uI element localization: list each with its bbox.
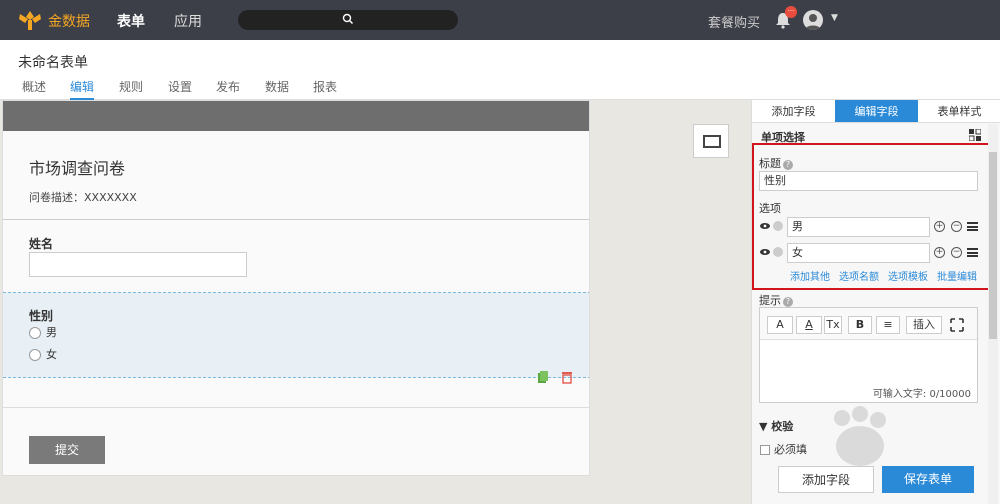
hint-label: 提示? <box>759 292 793 308</box>
remove-option-icon[interactable]: − <box>951 221 962 232</box>
clear-format-button[interactable]: Tx <box>824 316 842 334</box>
editor-toolbar: A A Tx B ≡ 插入 <box>760 308 977 340</box>
gender-option-female[interactable]: 女 <box>29 346 57 362</box>
hint-editor[interactable]: A A Tx B ≡ 插入 可输入文字: 0/10000 <box>759 307 978 403</box>
bold-button[interactable]: B <box>848 316 872 334</box>
insert-button[interactable]: 插入 <box>906 316 942 334</box>
name-field-label: 姓名 <box>29 237 54 251</box>
option-template-link[interactable]: 选项模板 <box>888 268 928 283</box>
baidu-watermark-icon <box>834 406 886 466</box>
eye-icon[interactable] <box>760 247 770 257</box>
form-canvas: 市场调查问卷 问卷描述：XXXXXXX 姓名 性别 男 女 提交 <box>2 100 590 476</box>
bulk-edit-link[interactable]: 批量编辑 <box>937 268 977 283</box>
tab-form-style[interactable]: 表单样式 <box>918 100 1000 123</box>
fullscreen-icon[interactable] <box>950 318 964 332</box>
font-color-button[interactable]: A <box>796 316 822 334</box>
logo-text[interactable]: 金数据 <box>48 11 90 31</box>
search-icon[interactable] <box>342 13 354 27</box>
character-count: 可输入文字: 0/10000 <box>872 389 971 400</box>
drag-handle-icon[interactable] <box>967 248 978 257</box>
option-label: 女 <box>46 348 57 361</box>
submit-button[interactable]: 提交 <box>29 436 105 464</box>
option-label: 男 <box>46 326 57 339</box>
remove-option-icon[interactable]: − <box>951 247 962 258</box>
hint-label-text: 提示 <box>759 294 781 307</box>
top-navigation-bar: 金数据 表单 应用 套餐购买 ··· ▼ <box>0 0 1000 40</box>
form-header: 未命名表单 概述 编辑 规则 设置 发布 数据 报表 <box>0 40 1000 100</box>
option-quota-link[interactable]: 选项名额 <box>839 268 879 283</box>
survey-title[interactable]: 市场调查问卷 <box>29 155 125 179</box>
search-input[interactable] <box>238 10 458 30</box>
trash-icon[interactable] <box>561 370 573 384</box>
tab-publish[interactable]: 发布 <box>216 78 240 95</box>
radio-button[interactable] <box>29 327 41 339</box>
avatar[interactable] <box>803 10 823 30</box>
user-icon <box>805 14 821 30</box>
plan-purchase-link[interactable]: 套餐购买 <box>708 12 760 31</box>
chevron-down-icon[interactable]: ▼ <box>831 13 838 23</box>
tab-rules[interactable]: 规则 <box>119 78 143 95</box>
tab-edit-field[interactable]: 编辑字段 <box>835 100 918 123</box>
copy-icon[interactable] <box>537 370 549 384</box>
radio-button[interactable] <box>29 349 41 361</box>
gender-field-label: 性别 <box>29 309 54 323</box>
scrollbar[interactable] <box>988 124 998 504</box>
survey-description[interactable]: 问卷描述：XXXXXXX <box>29 189 137 205</box>
gender-field-block[interactable]: 性别 男 女 <box>3 292 589 384</box>
divider <box>3 407 589 408</box>
scrollbar-thumb[interactable] <box>989 152 997 339</box>
window-icon <box>703 135 721 148</box>
tab-settings[interactable]: 设置 <box>168 78 192 95</box>
title-input[interactable]: 性别 <box>759 171 978 191</box>
add-option-icon[interactable]: + <box>934 221 945 232</box>
form-name[interactable]: 未命名表单 <box>18 52 88 72</box>
align-button[interactable]: ≡ <box>876 316 900 334</box>
form-header-banner <box>3 101 589 131</box>
divider <box>3 219 589 220</box>
help-icon[interactable]: ? <box>783 297 793 307</box>
add-option-icon[interactable]: + <box>934 247 945 258</box>
help-icon[interactable]: ? <box>783 160 793 170</box>
radio-preview-icon <box>773 247 783 257</box>
option-input-2[interactable]: 女 <box>787 243 930 263</box>
nav-apps[interactable]: 应用 <box>174 11 202 31</box>
add-other-link[interactable]: 添加其他 <box>790 268 830 283</box>
drag-handle-icon[interactable] <box>967 222 978 231</box>
notification-badge: ··· <box>785 6 797 18</box>
tab-reports[interactable]: 报表 <box>313 78 337 95</box>
radio-preview-icon <box>773 221 783 231</box>
tab-edit[interactable]: 编辑 <box>70 78 95 100</box>
tab-add-field[interactable]: 添加字段 <box>752 100 835 123</box>
name-input[interactable] <box>29 252 247 277</box>
tab-data[interactable]: 数据 <box>265 78 289 95</box>
preview-mode-button[interactable] <box>693 124 729 158</box>
tab-overview[interactable]: 概述 <box>22 78 46 95</box>
nav-forms[interactable]: 表单 <box>117 11 145 31</box>
logo-icon[interactable] <box>16 8 44 32</box>
eye-icon[interactable] <box>760 221 770 231</box>
switch-layout-icon[interactable] <box>969 129 981 141</box>
gender-option-male[interactable]: 男 <box>29 324 57 340</box>
title-label-text: 标题 <box>759 157 781 170</box>
title-label: 标题? <box>759 155 793 171</box>
option-input-1[interactable]: 男 <box>787 217 930 237</box>
options-label: 选项 <box>759 202 781 215</box>
font-size-button[interactable]: A <box>767 316 793 334</box>
